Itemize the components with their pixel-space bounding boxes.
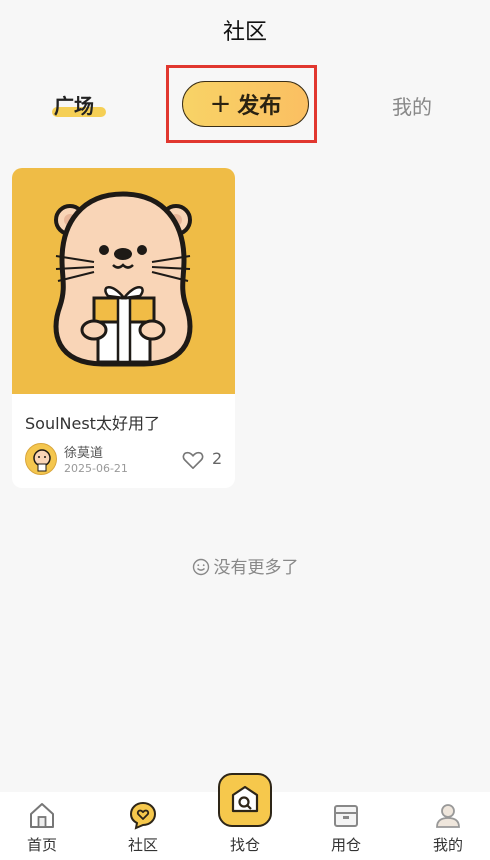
avatar-otter-icon: [33, 449, 51, 472]
page-title: 社区: [222, 20, 267, 45]
box-icon: [334, 805, 358, 827]
post-image[interactable]: [12, 168, 235, 394]
home-icon: [30, 803, 54, 828]
no-more-note: 没有更多了: [0, 553, 490, 578]
heart-chat-icon: [129, 801, 157, 830]
nav-item-use-warehouse[interactable]: 用仓: [306, 792, 386, 860]
smile-icon: [192, 558, 209, 576]
nav-find-label[interactable]: 找仓: [205, 834, 285, 855]
otter-gift-illustration: [53, 191, 193, 367]
nav-use-label: 用仓: [330, 836, 361, 854]
profile-icon: [436, 804, 460, 828]
post-title: SoulNest太好用了: [25, 414, 160, 433]
no-more-text: 没有更多了: [213, 558, 299, 578]
plus-icon: +: [209, 89, 232, 119]
nav-item-home[interactable]: 首页: [2, 792, 82, 860]
nav-mine-label: 我的: [432, 836, 463, 854]
community-page: 社区 广场 + 发布 我的 SoulNest太好用了 徐莫道 2025-06-2…: [0, 0, 490, 860]
author-name: 徐莫道: [64, 446, 104, 461]
find-warehouse-icon: [231, 785, 259, 813]
heart-icon[interactable]: [182, 450, 204, 470]
tab-plaza[interactable]: 广场: [52, 90, 106, 120]
nav-item-mine[interactable]: 我的: [408, 792, 488, 860]
nav-item-community[interactable]: 社区: [103, 792, 183, 860]
tab-plaza-label: 广场: [54, 94, 94, 118]
publish-button[interactable]: + 发布: [182, 81, 309, 127]
like-count: 2: [212, 449, 223, 468]
tab-mine[interactable]: 我的: [392, 91, 432, 120]
nav-community-label: 社区: [127, 836, 158, 854]
post-date: 2025-06-21: [64, 462, 128, 475]
find-warehouse-button[interactable]: [218, 773, 272, 827]
post-card[interactable]: SoulNest太好用了 徐莫道 2025-06-21 2: [12, 168, 235, 488]
publish-label: 发布: [237, 94, 282, 119]
nav-home-label: 首页: [26, 836, 57, 854]
author-avatar[interactable]: [25, 443, 57, 475]
